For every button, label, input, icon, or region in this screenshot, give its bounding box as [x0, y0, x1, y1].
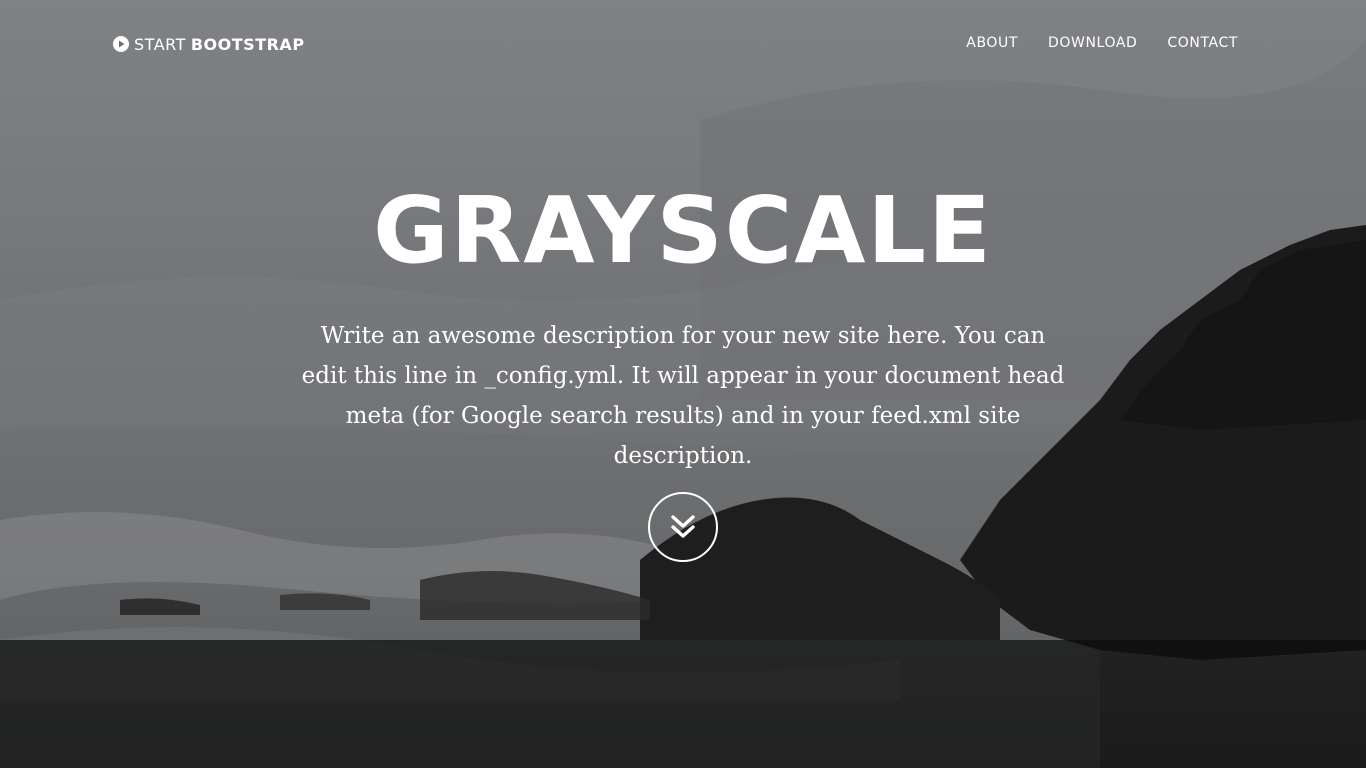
navbar: START BOOTSTRAP ABOUT DOWNLOAD CONTACT — [0, 0, 1366, 90]
main-nav: ABOUT DOWNLOAD CONTACT — [936, 35, 1238, 51]
brand-text-bold: BOOTSTRAP — [190, 34, 305, 54]
double-chevron-down-icon — [671, 515, 695, 538]
brand-text-light: START — [134, 34, 186, 54]
hero-description: Write an awesome description for your ne… — [301, 323, 1065, 469]
nav-link-about[interactable]: ABOUT — [966, 35, 1018, 51]
play-circle-icon — [113, 36, 129, 52]
scroll-down-button[interactable] — [648, 492, 718, 562]
brand-link[interactable]: START BOOTSTRAP — [113, 33, 305, 55]
page-title: GRAYSCALE — [373, 177, 993, 284]
hero-section: START BOOTSTRAP ABOUT DOWNLOAD CONTACT G… — [0, 0, 1366, 768]
nav-link-contact[interactable]: CONTACT — [1167, 35, 1238, 51]
nav-link-download[interactable]: DOWNLOAD — [1048, 35, 1137, 51]
